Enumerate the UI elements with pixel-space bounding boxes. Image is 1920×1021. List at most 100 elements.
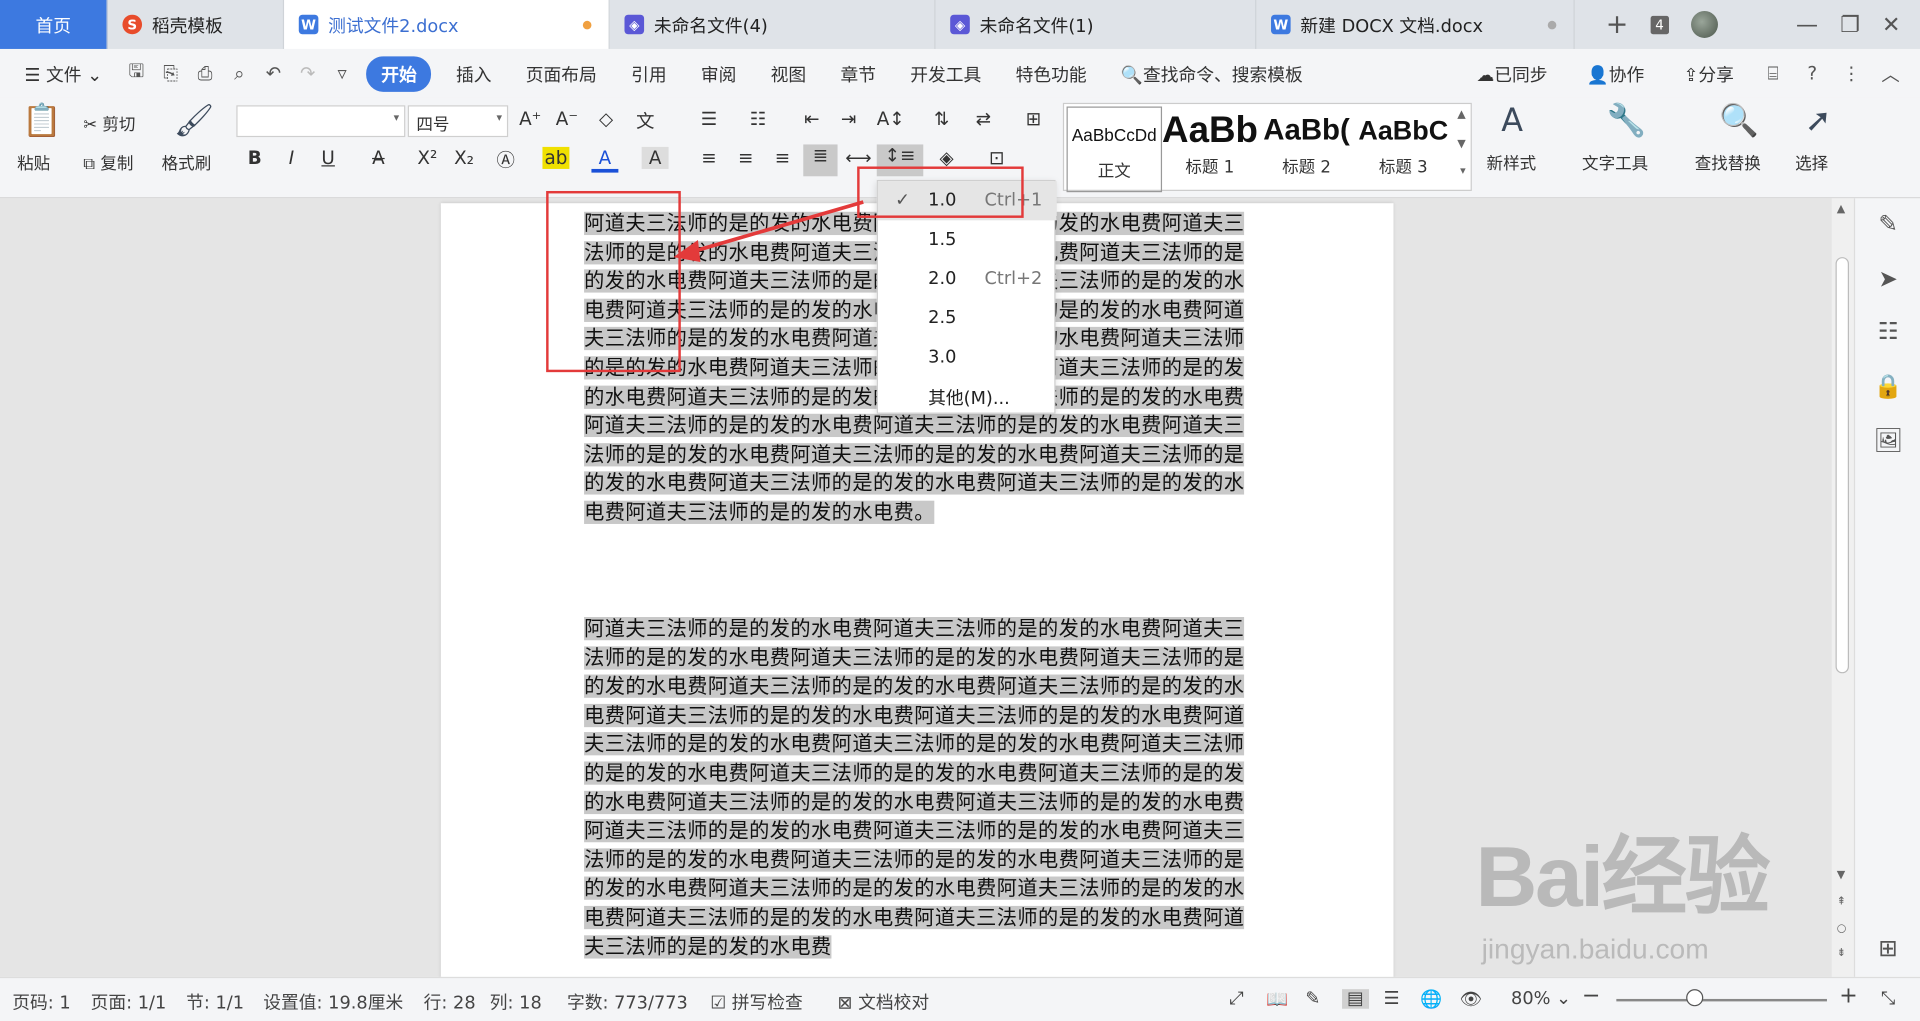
share-button[interactable]: ⇪分享 bbox=[1666, 61, 1751, 87]
zoom-in-icon[interactable]: + bbox=[1839, 983, 1857, 1009]
select-button[interactable]: 选择 bbox=[1795, 149, 1828, 174]
tab-insert[interactable]: 插入 bbox=[439, 61, 509, 87]
status-page-code[interactable]: 页码: 1 bbox=[12, 989, 70, 1015]
char-shading-icon[interactable]: A bbox=[641, 146, 669, 169]
zoom-level[interactable]: 80% ⌄ bbox=[1511, 989, 1571, 1009]
paragraph-2[interactable]: 阿道夫三法师的是的发的水电费阿道夫三法师的是的发的水电费阿道夫三法师的是的发的水… bbox=[584, 615, 1248, 962]
scroll-thumb[interactable] bbox=[1835, 257, 1849, 674]
status-col[interactable]: 列: 18 bbox=[490, 989, 542, 1015]
paste-button[interactable]: 粘贴 bbox=[17, 149, 50, 174]
increase-indent-icon[interactable]: ⇥ bbox=[835, 108, 862, 130]
underline-icon[interactable]: U bbox=[315, 147, 342, 169]
undo-icon[interactable]: ↶ bbox=[260, 62, 287, 84]
file-menu[interactable]: ☰ 文件 ⌄ bbox=[0, 61, 119, 87]
export-icon[interactable]: ⎘ bbox=[157, 62, 184, 84]
justify-icon[interactable]: ≣ bbox=[803, 144, 838, 177]
command-search[interactable]: 🔍查找命令、搜索模板 bbox=[1104, 61, 1320, 87]
line-spacing-1-5[interactable]: 1.5 bbox=[878, 220, 1057, 259]
copy-button[interactable]: ⧉ 复制 bbox=[83, 149, 133, 174]
gallery-down-icon[interactable]: ▼ bbox=[1457, 138, 1465, 150]
font-color-icon[interactable]: A bbox=[591, 147, 619, 173]
fullscreen-icon[interactable]: ⤢ bbox=[1229, 989, 1243, 1009]
window-count-badge[interactable]: 4 bbox=[1650, 15, 1669, 34]
table-border-icon[interactable]: ⊞ bbox=[1020, 108, 1047, 130]
write-mode-icon[interactable]: ✎ bbox=[1305, 989, 1320, 1009]
sliders-icon[interactable]: ☷ bbox=[1872, 318, 1904, 350]
superscript-icon[interactable]: X² bbox=[414, 147, 441, 169]
help-icon[interactable]: ? bbox=[1799, 62, 1826, 84]
align-center-icon[interactable]: ≡ bbox=[732, 147, 759, 169]
new-style-button[interactable]: 新样式 bbox=[1487, 149, 1537, 174]
spell-check-button[interactable]: ☑ 拼写检查 bbox=[710, 989, 803, 1015]
tab-unnamed-1[interactable]: ◈ 未命名文件(1) bbox=[936, 0, 1257, 49]
status-word-count[interactable]: 字数: 773/773 bbox=[567, 989, 688, 1015]
style-normal[interactable]: AaBbCcDd 正文 bbox=[1066, 106, 1163, 193]
new-tab-button[interactable]: + bbox=[1606, 9, 1629, 40]
wrench-icon[interactable]: 🔧 bbox=[1607, 103, 1647, 140]
zoom-out-icon[interactable]: − bbox=[1582, 983, 1600, 1009]
line-spacing-2-5[interactable]: 2.5 bbox=[878, 299, 1057, 338]
outline-view-icon[interactable]: ☰ bbox=[1384, 989, 1400, 1009]
bullet-list-icon[interactable]: ☰ bbox=[696, 108, 723, 130]
scroll-up-icon[interactable]: ▲ bbox=[1837, 203, 1845, 215]
tab-features[interactable]: 特色功能 bbox=[998, 61, 1103, 87]
line-spacing-2-0[interactable]: 2.0 Ctrl+2 bbox=[878, 260, 1057, 299]
style-heading2[interactable]: AaBb(标题 2 bbox=[1259, 104, 1355, 190]
style-heading1[interactable]: AaBb 标题 1 bbox=[1162, 104, 1258, 190]
grow-font-icon[interactable]: A⁺ bbox=[517, 108, 544, 130]
vertical-scrollbar[interactable]: ▲ ▼ ⇞ ○ ⇟ bbox=[1831, 198, 1854, 977]
cut-button[interactable]: ✂ 剪切 bbox=[83, 110, 135, 135]
paragraph-2-text[interactable]: 阿道夫三法师的是的发的水电费阿道夫三法师的是的发的水电费阿道夫三法师的是的发的水… bbox=[584, 616, 1245, 958]
customize-icon[interactable]: ▿ bbox=[329, 62, 356, 84]
pinyin-icon[interactable]: 文 bbox=[632, 108, 659, 134]
apps-grid-icon[interactable]: ⊞ bbox=[1872, 935, 1904, 967]
zoom-slider[interactable] bbox=[1616, 998, 1827, 1002]
text-effect-icon[interactable]: Ⓐ bbox=[492, 147, 519, 173]
clear-format-icon[interactable]: ◇ bbox=[593, 108, 620, 130]
print-preview-icon[interactable]: ⌕ bbox=[226, 62, 253, 84]
browse-object-icon[interactable]: ○ bbox=[1837, 923, 1847, 935]
align-right-icon[interactable]: ≡ bbox=[769, 147, 796, 169]
tab-references[interactable]: 引用 bbox=[614, 61, 684, 87]
restore-icon[interactable]: ❐ bbox=[1840, 12, 1860, 38]
cursor-icon[interactable]: ➚ bbox=[1805, 103, 1832, 140]
status-pages[interactable]: 页面: 1/1 bbox=[91, 989, 167, 1015]
eye-protect-icon[interactable]: 👁 bbox=[1460, 989, 1483, 1010]
search-icon[interactable]: 🔍 bbox=[1719, 103, 1759, 140]
toolbar-toggle-icon[interactable]: ⌸ bbox=[1760, 62, 1787, 84]
tab-new-docx[interactable]: W 新建 DOCX 文档.docx bbox=[1256, 0, 1575, 49]
gallery-more-icon[interactable]: ▾ bbox=[1460, 165, 1466, 177]
tab-review[interactable]: 审阅 bbox=[684, 61, 754, 87]
next-page-icon[interactable]: ⇟ bbox=[1837, 948, 1846, 960]
bold-icon[interactable]: B bbox=[241, 147, 268, 169]
text-direction-icon[interactable]: A↕ bbox=[877, 108, 905, 130]
tab-view[interactable]: 视图 bbox=[754, 61, 824, 87]
user-avatar[interactable] bbox=[1690, 11, 1718, 38]
tab-chapter[interactable]: 章节 bbox=[823, 61, 893, 87]
lock-icon[interactable]: 🔒 bbox=[1872, 372, 1904, 404]
pen-icon[interactable]: ✎ bbox=[1872, 211, 1904, 243]
numbered-list-icon[interactable]: ☷ bbox=[744, 108, 771, 130]
close-dot-icon[interactable] bbox=[1547, 20, 1557, 29]
strikethrough-icon[interactable]: A bbox=[365, 147, 392, 169]
highlight-icon[interactable]: ab bbox=[542, 146, 570, 169]
collapse-ribbon-icon[interactable]: ︿ bbox=[1877, 61, 1904, 87]
style-heading3[interactable]: AaBbC 标题 3 bbox=[1356, 104, 1452, 190]
tab-unnamed-4[interactable]: ◈ 未命名文件(4) bbox=[610, 0, 936, 49]
pointer-icon[interactable]: ➤ bbox=[1872, 266, 1904, 298]
new-style-icon[interactable]: A bbox=[1501, 103, 1523, 140]
redo-icon[interactable]: ↷ bbox=[294, 62, 321, 84]
close-icon[interactable]: ✕ bbox=[1882, 12, 1900, 38]
shrink-font-icon[interactable]: A⁻ bbox=[553, 108, 580, 130]
text-tools-button[interactable]: 文字工具 bbox=[1582, 149, 1648, 174]
image-icon[interactable]: 🖼 bbox=[1872, 426, 1904, 458]
expand-icon[interactable]: ⤡ bbox=[1881, 989, 1895, 1009]
italic-icon[interactable]: I bbox=[278, 147, 305, 169]
more-icon[interactable]: ⋮ bbox=[1838, 62, 1865, 84]
prev-page-icon[interactable]: ⇞ bbox=[1837, 896, 1846, 908]
line-spacing-3-0[interactable]: 3.0 bbox=[878, 338, 1057, 377]
tab-home[interactable]: 首页 bbox=[0, 0, 108, 49]
font-name-combo[interactable]: ▾ bbox=[236, 105, 406, 138]
sync-status[interactable]: ☁已同步 bbox=[1459, 61, 1564, 87]
minimize-icon[interactable]: — bbox=[1796, 12, 1818, 38]
